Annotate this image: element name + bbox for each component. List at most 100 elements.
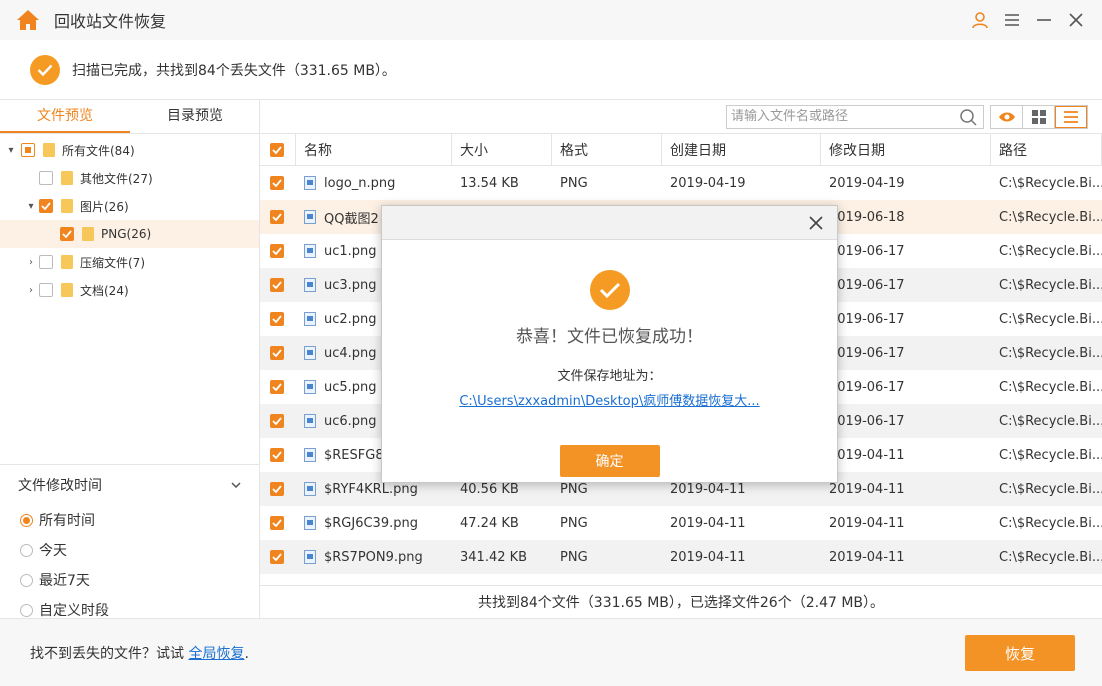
cell-modified: 2019-06-17 [829,311,905,327]
image-file-icon [304,448,316,462]
tab-directory-preview[interactable]: 目录预览 [130,100,260,133]
cell-format: PNG [560,175,588,191]
cell-created: 2019-04-11 [670,481,746,497]
checkbox[interactable] [39,199,53,213]
radio[interactable] [20,513,33,527]
global-recovery-link[interactable]: 全局恢复 [188,646,244,662]
table-row[interactable]: logo_n.png 13.54 KB PNG 2019-04-19 2019-04-1… [260,166,1102,200]
time-filter-header[interactable]: 文件修改时间 [0,465,259,505]
search-icon[interactable] [955,108,983,126]
checkbox[interactable] [39,255,53,269]
app-title: 回收站文件恢复 [54,12,167,31]
column-header-path[interactable]: 路径 [991,134,1102,165]
column-header-modified[interactable]: 修改日期 [821,134,991,165]
cell-name: uc2.png [324,311,377,327]
search-input[interactable] [731,109,955,124]
folder-icon [61,171,73,185]
row-checkbox[interactable] [270,448,284,462]
folder-icon [61,283,73,297]
dialog-title: 恭喜！文件已恢复成功！ [516,327,703,347]
chevron-right-icon[interactable]: › [25,284,37,296]
column-header-name[interactable]: 名称 [296,134,452,165]
row-checkbox[interactable] [270,414,284,428]
checkbox[interactable] [60,227,74,241]
cell-created: 2019-04-11 [670,515,746,531]
row-checkbox[interactable] [270,550,284,564]
cell-path: C:\$Recycle.Bi... [999,311,1102,327]
select-all[interactable] [260,134,296,165]
dialog-close-icon[interactable] [805,212,827,234]
checkbox[interactable] [39,283,53,297]
tab-file-preview[interactable]: 文件预览 [0,100,130,133]
filter-option-last-7-days[interactable]: 最近7天 [0,565,259,595]
table-row[interactable]: $RS7PON9.png 341.42 KB PNG 2019-04-11 2019-0… [260,540,1102,574]
chevron-down-icon[interactable]: ▾ [5,144,17,156]
cell-size: 13.54 KB [460,175,519,191]
list-view-button[interactable] [1055,105,1087,128]
radio[interactable] [20,603,33,617]
cell-name: $RGJ6C39.png [324,515,418,531]
cell-path: C:\$Recycle.Bi... [999,515,1102,531]
chevron-down-icon[interactable]: ▾ [25,200,37,212]
cell-path: C:\$Recycle.Bi... [999,209,1102,225]
column-header-format[interactable]: 格式 [552,134,662,165]
close-icon[interactable] [1060,4,1092,36]
column-header-created[interactable]: 创建日期 [662,134,821,165]
chevron-right-icon[interactable]: › [25,256,37,268]
cell-format: PNG [560,481,588,497]
tree-node-images[interactable]: ▾ 图片(26) [0,192,259,220]
home-icon[interactable] [16,9,40,31]
cell-path: C:\$Recycle.Bi... [999,277,1102,293]
row-checkbox[interactable] [270,516,284,530]
radio[interactable] [20,543,33,557]
table-row[interactable]: $RGJ6C39.png 47.24 KB PNG 2019-04-11 2019-04… [260,506,1102,540]
title-bar: 回收站文件恢复 [0,0,1102,40]
tree-node-all-files[interactable]: ▾ 所有文件(84) [0,136,259,164]
image-file-icon [304,482,316,496]
image-file-icon [304,312,316,326]
radio[interactable] [20,573,33,587]
file-tree: ▾ 所有文件(84) 其他文件(27) ▾ 图片(26) PNG(26) › 压… [0,134,259,304]
row-checkbox[interactable] [270,210,284,224]
save-location-link[interactable]: C:\Users\zxxadmin\Desktop\疯师傅数据恢复大... [382,390,837,409]
success-check-icon [589,270,630,310]
user-icon[interactable] [964,4,996,36]
tree-node-other-files[interactable]: 其他文件(27) [0,164,259,192]
recover-button[interactable]: 恢复 [965,635,1075,671]
row-checkbox[interactable] [270,278,284,292]
row-checkbox[interactable] [270,346,284,360]
checkbox[interactable] [39,171,53,185]
row-checkbox[interactable] [270,244,284,258]
minimize-icon[interactable] [1028,4,1060,36]
list-icon [1064,110,1078,123]
column-header-size[interactable]: 大小 [452,134,552,165]
cell-name: logo_n.png [324,175,396,191]
filter-option-today[interactable]: 今天 [0,535,259,565]
menu-icon[interactable] [996,4,1028,36]
tree-node-png[interactable]: PNG(26) [0,220,259,248]
cell-modified: 2019-06-17 [829,379,905,395]
checkbox[interactable] [21,143,35,157]
image-file-icon [304,346,316,360]
cell-path: C:\$Recycle.Bi... [999,447,1102,463]
filter-option-all-time[interactable]: 所有时间 [0,505,259,535]
grid-view-button[interactable] [1023,105,1055,128]
cell-name: $RS7PON9.png [324,549,423,565]
confirm-button[interactable]: 确定 [559,445,660,477]
cell-name: $RYF4KRL.png [324,481,418,497]
scan-status-text: 扫描已完成，共找到84个丢失文件（331.65 MB）。 [72,62,396,79]
row-checkbox[interactable] [270,176,284,190]
cell-path: C:\$Recycle.Bi... [999,243,1102,259]
row-checkbox[interactable] [270,380,284,394]
cell-modified: 2019-04-11 [829,447,905,463]
tree-node-documents[interactable]: › 文档(24) [0,276,259,304]
dialog-header [382,206,837,240]
row-checkbox[interactable] [270,312,284,326]
preview-view-button[interactable] [991,105,1023,128]
select-all-checkbox[interactable] [270,142,284,157]
row-checkbox[interactable] [270,482,284,496]
tree-node-archives[interactable]: › 压缩文件(7) [0,248,259,276]
cell-path: C:\$Recycle.Bi... [999,413,1102,429]
chevron-down-icon[interactable] [231,482,241,488]
time-filter: 文件修改时间 所有时间 今天 最近7天 自定义时段 [0,464,259,619]
